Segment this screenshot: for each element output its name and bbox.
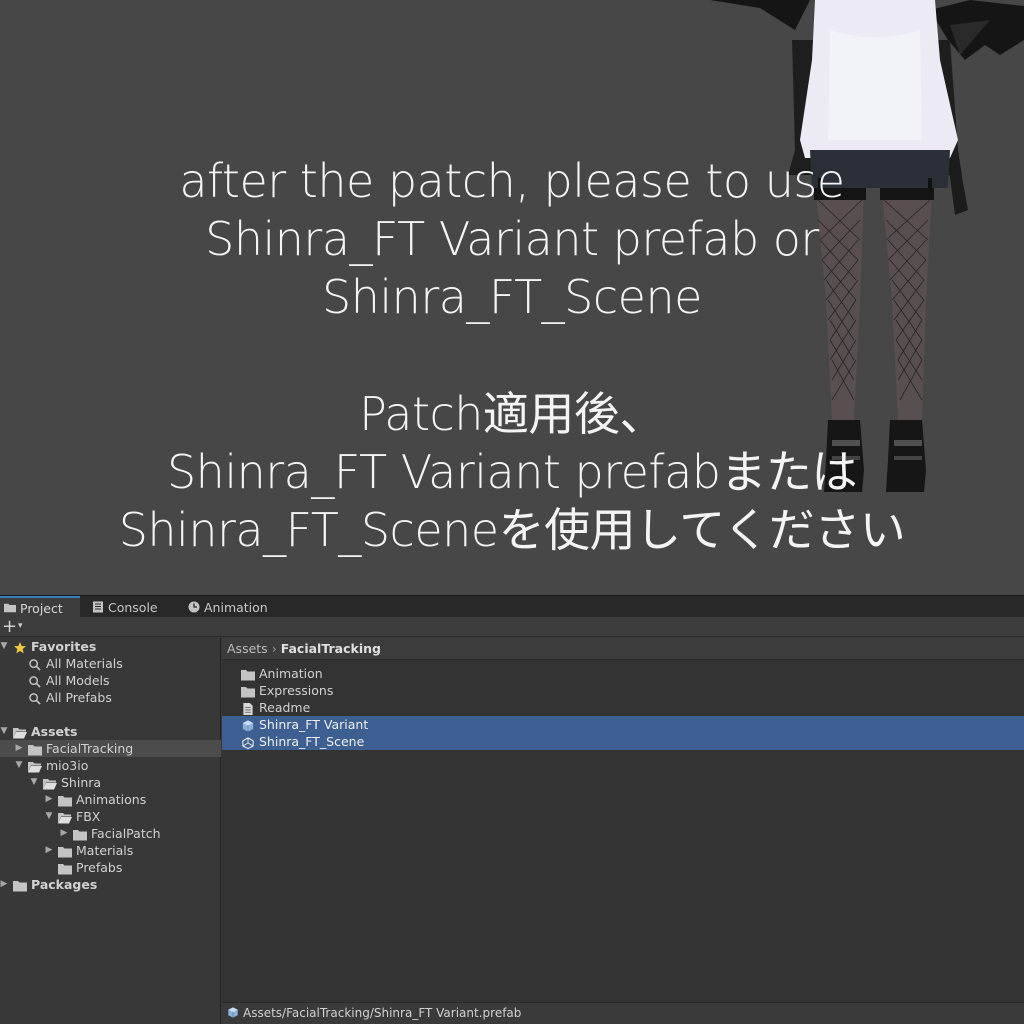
create-button[interactable]: + ▾ [1,618,31,636]
tree-item-label: FBX [76,809,101,824]
tree-item-animations[interactable]: ▶ Animations [0,791,221,808]
tree-item-prefabs[interactable]: Prefabs [0,859,221,876]
tree-item-label: All Materials [46,656,123,671]
tab-console-label: Console [108,599,158,615]
tree-item-label: Shinra [61,775,102,790]
tree-item-label: mio3io [46,758,89,773]
tree-item-fbx[interactable]: ▼ FBX [0,808,221,825]
collapsed-arrow-icon[interactable]: ▶ [14,740,24,757]
tree-item-assets[interactable]: ▼ Assets [0,723,221,740]
folder-open-icon [58,811,72,824]
tree-item-facialpatch[interactable]: ▶ FacialPatch [0,825,221,842]
tab-project-label: Project [20,600,63,616]
tree-item-label: FacialPatch [91,826,161,841]
asset-browser: Assets › FacialTracking Animation Expressio… [222,638,1024,1024]
tree-item-all-prefabs[interactable]: All Prefabs [0,689,221,706]
asset-item-readme[interactable]: Readme [222,699,1024,716]
prefab-variant-icon [228,1007,238,1018]
folder-icon [58,862,72,875]
tree-item-label: FacialTracking [46,741,134,756]
project-toolbar: + ▾ [0,617,1024,637]
tree-item-label: Materials [76,843,134,858]
tree-item-packages[interactable]: ▶ Packages [0,876,221,893]
document-icon [241,702,255,715]
folder-icon [4,603,16,613]
folder-icon [13,879,27,892]
tree-item-label: Assets [31,724,78,739]
expanded-arrow-icon[interactable]: ▼ [14,757,24,774]
status-bar: Assets/FacialTracking/Shinra_FT Variant.… [222,1002,1024,1024]
caption-japanese-line-1: Patch適用後、 [359,387,665,441]
screen: after the patch, please to use Shinra_FT… [0,0,1024,1024]
status-path: Assets/FacialTracking/Shinra_FT Variant.… [243,1006,522,1020]
tree-item-label: Animations [76,792,147,807]
tree-item-facialtracking[interactable]: ▶ FacialTracking [0,740,221,757]
tree-item-materials[interactable]: ▶ Materials [0,842,221,859]
star-icon [13,641,27,654]
tree-item-label: Packages [31,877,98,892]
asset-item-shinra-ft-scene[interactable]: Shinra_FT_Scene [222,733,1024,750]
folder-open-icon [43,777,57,790]
collapsed-arrow-icon[interactable]: ▶ [0,876,9,893]
folder-tree: ▼ Favorites All Materials All Models All Pre… [0,638,221,1024]
collapsed-arrow-icon[interactable]: ▶ [59,825,69,842]
console-icon [93,601,103,613]
collapsed-arrow-icon[interactable]: ▶ [44,842,54,859]
folder-icon [28,743,42,756]
search-icon [28,692,42,705]
folder-icon [73,828,87,841]
tab-animation[interactable]: Animation [184,596,284,618]
search-icon [28,675,42,688]
expanded-arrow-icon[interactable]: ▼ [0,723,9,740]
project-window: Project Console Animation + ▾ ▼ Favorites… [0,595,1024,1024]
folder-open-icon [28,760,42,773]
plus-icon: + [2,616,18,637]
folder-icon [241,685,255,698]
unity-scene-icon [241,736,255,750]
breadcrumb-separator-icon: › [271,641,277,656]
animation-clock-icon [188,601,200,613]
breadcrumb-current[interactable]: FacialTracking [281,641,381,656]
folder-icon [241,668,255,681]
tree-item-label: Favorites [31,639,97,654]
caption-english-line-1: after the patch, please to use [179,154,845,208]
folder-icon [58,845,72,858]
banner: after the patch, please to use Shinra_FT… [0,0,1024,595]
asset-item-expressions[interactable]: Expressions [222,682,1024,699]
caption-english-line-2: Shinra_FT Variant prefab or [205,212,819,266]
tree-item-shinra[interactable]: ▼ Shinra [0,774,221,791]
caption-japanese-line-2: Shinra_FT Variant prefabまたは [166,445,858,499]
tree-item-all-materials[interactable]: All Materials [0,655,221,672]
tree-item-label: Prefabs [76,860,123,875]
asset-item-label: Shinra_FT Variant [259,717,369,732]
collapsed-arrow-icon[interactable]: ▶ [44,791,54,808]
caption-english-line-3: Shinra_FT_Scene [322,270,702,324]
tab-console[interactable]: Console [88,596,176,618]
asset-item-label: Shinra_FT_Scene [259,734,365,749]
tab-animation-label: Animation [204,599,268,615]
asset-item-animation[interactable]: Animation [222,665,1024,682]
prefab-variant-icon [241,719,255,732]
expanded-arrow-icon[interactable]: ▼ [29,774,39,791]
tree-item-label: All Models [46,673,110,688]
asset-item-label: Animation [259,666,323,681]
tree-item-all-models[interactable]: All Models [0,672,221,689]
asset-item-label: Readme [259,700,311,715]
tab-project[interactable]: Project [0,596,80,618]
folder-icon [58,794,72,807]
tab-bar: Project Console Animation [0,595,1024,618]
tree-item-mio3io[interactable]: ▼ mio3io [0,757,221,774]
tree-item-label: All Prefabs [46,690,112,705]
folder-open-icon [13,726,27,739]
asset-item-shinra-ft-variant[interactable]: Shinra_FT Variant [222,716,1024,733]
asset-item-label: Expressions [259,683,334,698]
breadcrumb: Assets › FacialTracking [222,638,1024,660]
tree-item-favorites[interactable]: ▼ Favorites [0,638,221,655]
chevron-down-icon: ▾ [18,621,23,631]
caption-japanese-line-3: Shinra_FT_Sceneを使用してください [118,503,906,557]
breadcrumb-assets[interactable]: Assets [227,641,268,656]
expanded-arrow-icon[interactable]: ▼ [44,808,54,825]
search-icon [28,658,42,671]
expanded-arrow-icon[interactable]: ▼ [0,638,9,655]
